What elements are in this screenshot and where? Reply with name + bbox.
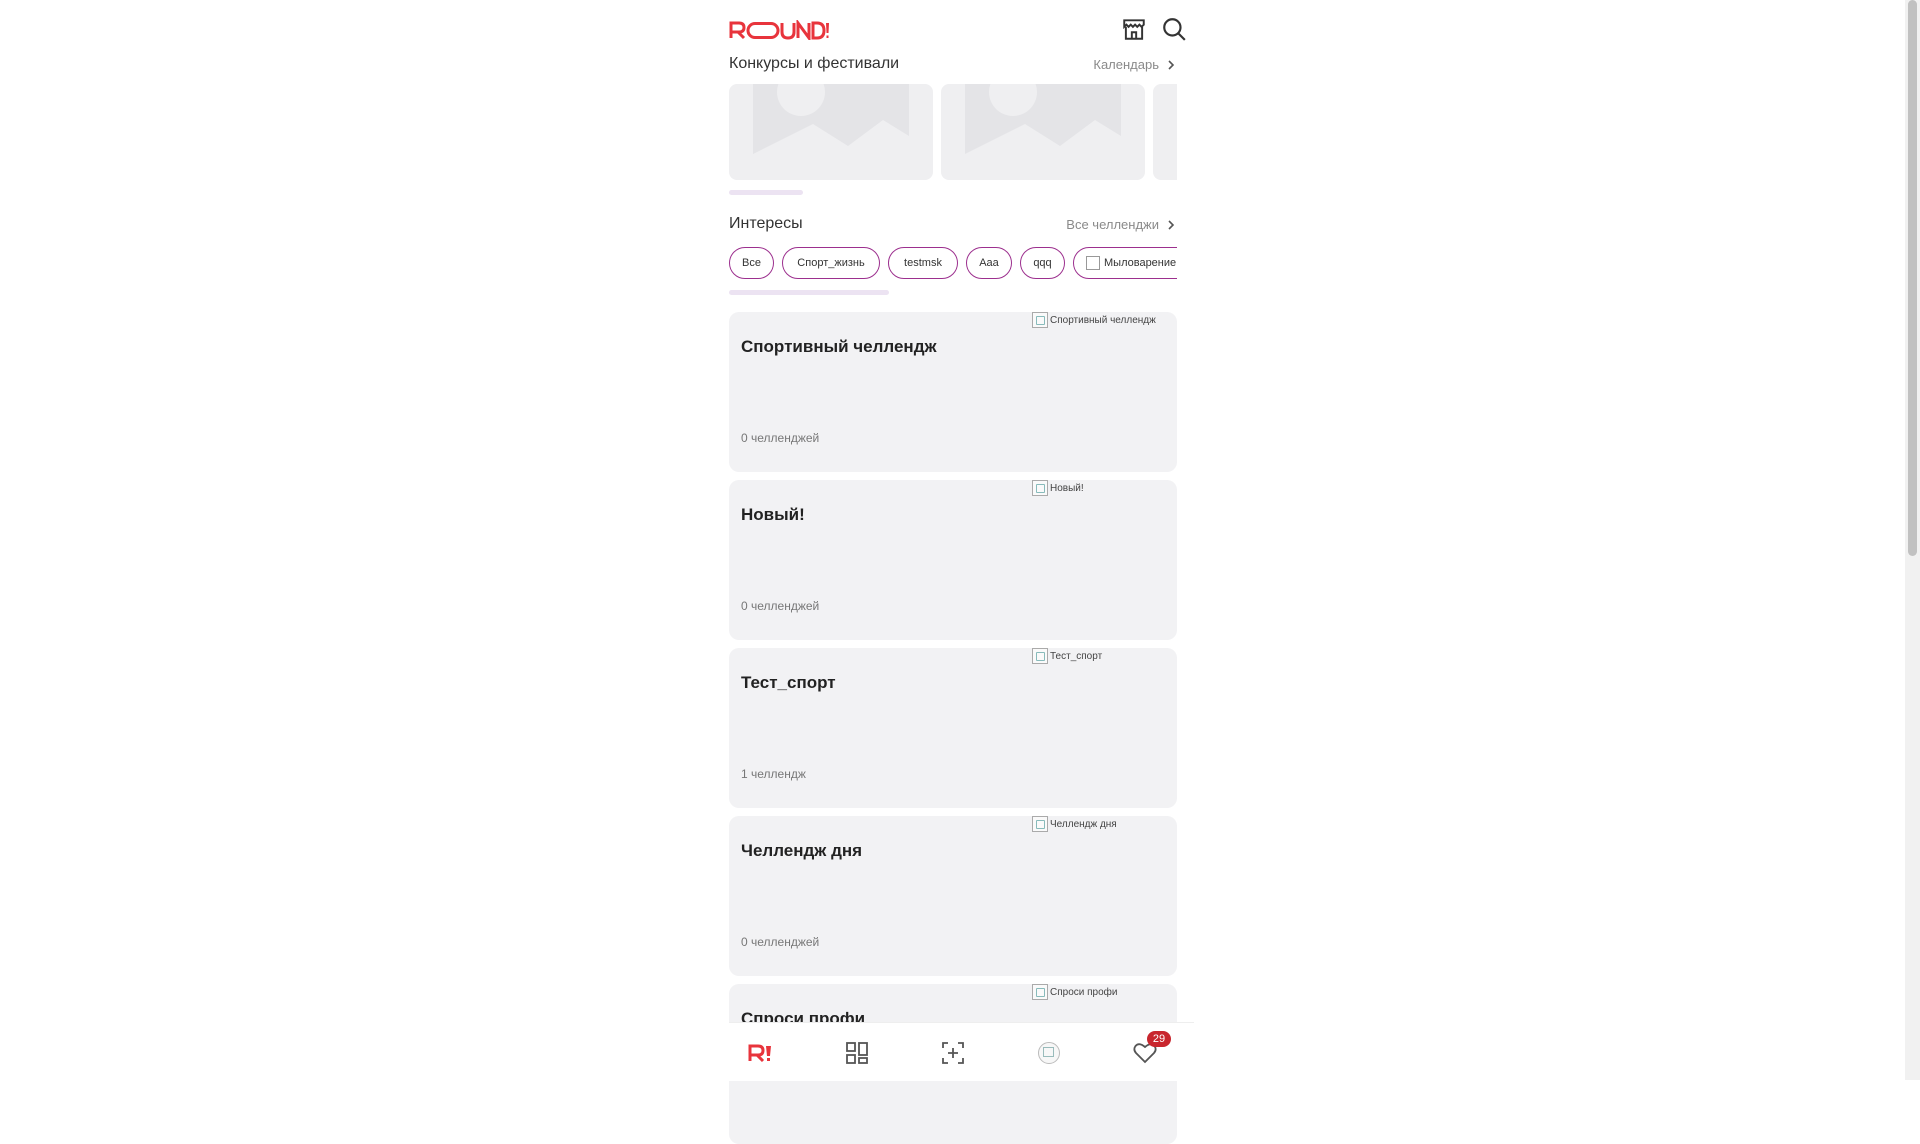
card-title: Новый! bbox=[741, 505, 805, 524]
favorites-badge: 29 bbox=[1147, 1031, 1171, 1047]
chip-sport-life[interactable]: Спорт_жизнь bbox=[782, 247, 880, 279]
card-image-alt: Тест_спорт bbox=[1050, 650, 1103, 662]
card-count: 1 челлендж bbox=[741, 767, 806, 781]
header bbox=[729, 12, 1186, 46]
card-title: Тест_спорт bbox=[741, 673, 836, 692]
chevron-right-icon bbox=[1168, 219, 1175, 230]
scrollbar-thumb[interactable] bbox=[1908, 0, 1917, 556]
festivals-title: Конкурсы и фестивали bbox=[729, 55, 900, 72]
card-image-alt: Новый! bbox=[1050, 482, 1084, 494]
chip-aaa[interactable]: Aaa bbox=[966, 247, 1012, 279]
catalog-icon bbox=[846, 1042, 868, 1064]
chip-qqq[interactable]: qqq bbox=[1020, 247, 1065, 279]
chip-soap-making-label: Мыловарение bbox=[1104, 257, 1177, 269]
card-image-alt: Спроси профи bbox=[1050, 986, 1118, 998]
image-placeholder-icon bbox=[965, 84, 1121, 180]
festival-card[interactable] bbox=[1153, 84, 1177, 180]
chip-testmsk[interactable]: testmsk bbox=[888, 247, 958, 279]
profile-avatar bbox=[1038, 1042, 1060, 1064]
broken-image-icon bbox=[1032, 480, 1048, 496]
calendar-link[interactable]: Календарь bbox=[1093, 57, 1177, 72]
nav-favorites[interactable]: 29 bbox=[1131, 1031, 1171, 1067]
card-image-alt: Челлендж дня bbox=[1050, 818, 1117, 830]
card-count: 0 челленджей bbox=[741, 599, 820, 613]
card-title: Спортивный челлендж bbox=[741, 337, 937, 356]
search-icon[interactable] bbox=[1161, 16, 1187, 42]
nav-add-challenge[interactable] bbox=[939, 1039, 967, 1067]
store-icon[interactable] bbox=[1121, 16, 1147, 42]
card-image: Челлендж дня bbox=[1032, 816, 1117, 832]
calendar-link-label: Календарь bbox=[1093, 57, 1159, 72]
interest-card[interactable]: Челлендж дня 0 челленджей Челлендж дня bbox=[729, 816, 1177, 976]
home-logo-icon bbox=[748, 1044, 771, 1063]
card-title: Челлендж дня bbox=[741, 841, 863, 860]
broken-image-icon bbox=[1032, 816, 1048, 832]
festival-card[interactable] bbox=[941, 84, 1145, 180]
card-count: 0 челленджей bbox=[741, 935, 820, 949]
card-image: Спортивный челлендж bbox=[1032, 312, 1156, 328]
festivals-carousel[interactable] bbox=[729, 84, 1177, 180]
festival-card[interactable] bbox=[729, 84, 933, 180]
interests-header: Интересы Все челленджи bbox=[729, 215, 1177, 239]
nav-catalog[interactable] bbox=[843, 1039, 871, 1067]
page-scrollbar[interactable] bbox=[1905, 0, 1920, 1080]
broken-image-icon bbox=[1086, 256, 1100, 270]
broken-image-icon bbox=[1032, 312, 1048, 328]
all-challenges-label: Все челленджи bbox=[1066, 217, 1159, 232]
round-logo[interactable] bbox=[729, 20, 829, 40]
interests-title: Интересы bbox=[729, 215, 803, 232]
broken-image-icon bbox=[1032, 984, 1048, 1000]
app-main: Конкурсы и фестивали Календарь Интересы … bbox=[729, 0, 1186, 1144]
festivals-header: Конкурсы и фестивали Календарь bbox=[729, 55, 1177, 79]
card-image: Спроси профи bbox=[1032, 984, 1117, 1000]
card-image: Новый! bbox=[1032, 480, 1084, 496]
bottom-nav: 29 bbox=[729, 1022, 1194, 1081]
card-image-alt: Спортивный челлендж bbox=[1050, 314, 1156, 326]
chip-all[interactable]: Все bbox=[729, 247, 774, 279]
chevron-right-icon bbox=[1168, 59, 1175, 70]
all-challenges-link[interactable]: Все челленджи bbox=[1066, 217, 1177, 232]
interest-card[interactable]: Спортивный челлендж 0 челленджей Спортив… bbox=[729, 312, 1177, 472]
image-placeholder-icon bbox=[753, 84, 909, 180]
chip-soap-making[interactable]: Мыловарение bbox=[1073, 247, 1177, 279]
broken-image-icon bbox=[1032, 648, 1048, 664]
card-image: Тест_спорт bbox=[1032, 648, 1102, 664]
nav-profile[interactable] bbox=[1035, 1039, 1063, 1067]
nav-home[interactable] bbox=[746, 1039, 774, 1067]
card-count: 0 челленджей bbox=[741, 431, 820, 445]
interest-card[interactable]: Новый! 0 челленджей Новый! bbox=[729, 480, 1177, 640]
festivals-scroll-indicator bbox=[729, 190, 803, 195]
add-challenge-icon bbox=[942, 1042, 964, 1064]
interests-scroll-indicator bbox=[729, 290, 889, 295]
interest-chips[interactable]: Все Спорт_жизнь testmsk Aaa qqq Мыловаре… bbox=[729, 247, 1177, 281]
interest-card[interactable]: Тест_спорт 1 челлендж Тест_спорт bbox=[729, 648, 1177, 808]
